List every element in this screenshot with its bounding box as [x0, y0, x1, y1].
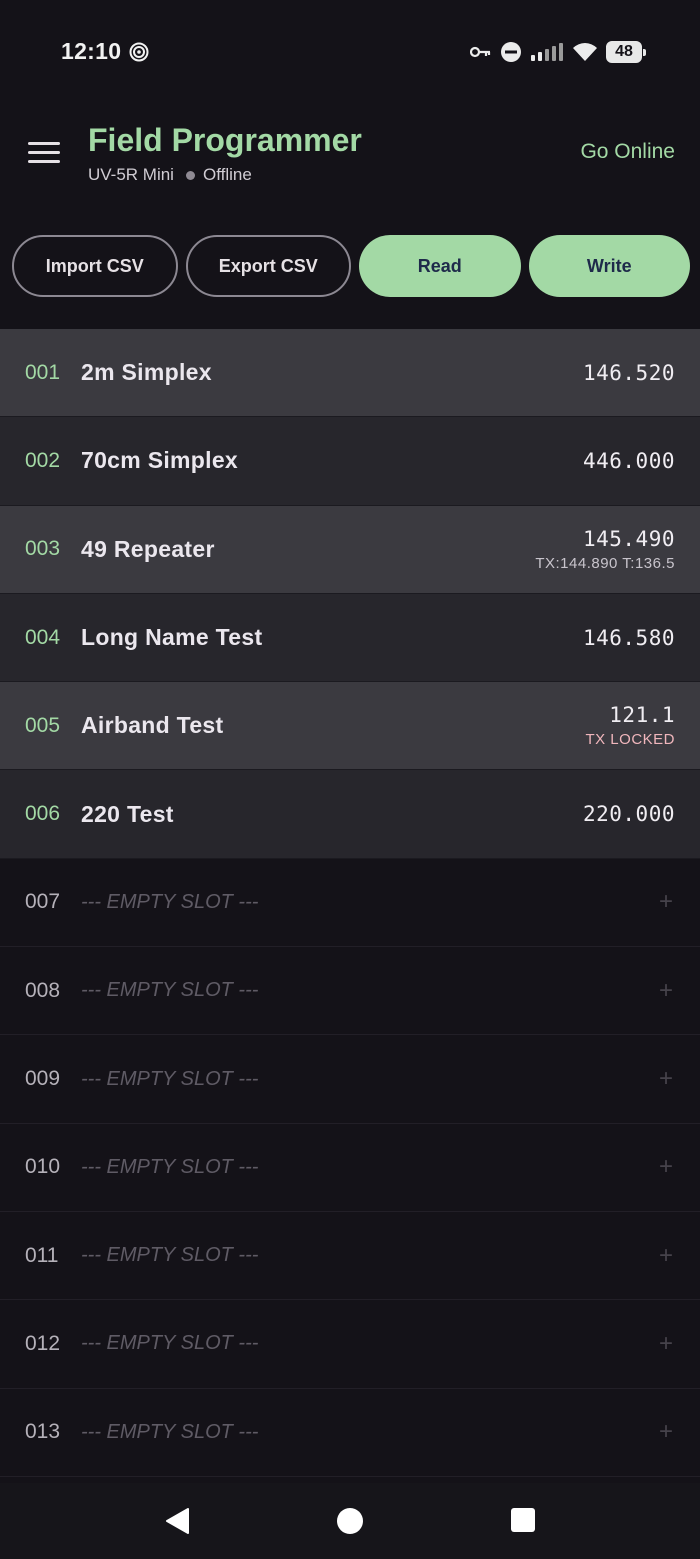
empty-slot-row[interactable]: 011 --- EMPTY SLOT --- +: [0, 1211, 700, 1301]
read-button[interactable]: Read: [359, 235, 521, 297]
channel-name: 70cm Simplex: [81, 447, 239, 474]
go-online-button[interactable]: Go Online: [580, 140, 675, 164]
channel-number: 012: [25, 1331, 61, 1355]
channel-number: 010: [25, 1155, 61, 1179]
channel-freq-block: 121.1 TX LOCKED: [585, 703, 675, 748]
channel-name: Long Name Test: [81, 624, 263, 651]
channel-number: 013: [25, 1420, 61, 1444]
add-channel-icon[interactable]: +: [659, 1330, 673, 1358]
empty-slot-label: --- EMPTY SLOT ---: [81, 1420, 259, 1443]
channel-number: 004: [25, 625, 61, 649]
channel-number: 003: [25, 537, 61, 561]
add-channel-icon[interactable]: +: [659, 977, 673, 1005]
channel-number: 009: [25, 1067, 61, 1091]
channel-number: 006: [25, 802, 61, 826]
channel-number: 001: [25, 360, 61, 384]
empty-slot-label: --- EMPTY SLOT ---: [81, 979, 259, 1002]
channel-freq-block: 146.580: [583, 626, 675, 650]
app-header: Field Programmer UV-5R Mini Offline Go O…: [0, 100, 700, 210]
add-channel-icon[interactable]: +: [659, 888, 673, 916]
channel-number: 008: [25, 978, 61, 1002]
channel-number: 005: [25, 713, 61, 737]
add-channel-icon[interactable]: +: [659, 1418, 673, 1446]
app-title: Field Programmer: [88, 122, 362, 158]
channel-freq-block: 446.000: [583, 449, 675, 473]
channel-name: 220 Test: [81, 800, 174, 827]
channel-row[interactable]: 002 70cm Simplex 446.000: [0, 417, 700, 506]
wifi-icon: [573, 43, 597, 61]
channel-row[interactable]: 006 220 Test 220.000: [0, 770, 700, 859]
channel-freq-block: 220.000: [583, 802, 675, 826]
empty-slot-label: --- EMPTY SLOT ---: [81, 1244, 259, 1267]
app-screen: 12:10 48 Field Programmer UV-5R Mini Off…: [0, 0, 700, 1559]
battery-icon: 48: [606, 41, 646, 63]
channel-name: Airband Test: [81, 712, 224, 739]
menu-icon[interactable]: [28, 142, 60, 166]
empty-slot-label: --- EMPTY SLOT ---: [81, 1067, 259, 1090]
channel-row[interactable]: 003 49 Repeater 145.490 TX:144.890 T:136…: [0, 505, 700, 594]
add-channel-icon[interactable]: +: [659, 1153, 673, 1181]
channel-frequency: 121.1: [609, 703, 675, 728]
empty-slot-row[interactable]: 007 --- EMPTY SLOT --- +: [0, 858, 700, 948]
channel-frequency: 146.520: [582, 360, 675, 385]
channel-number: 002: [25, 448, 61, 472]
channel-frequency: 220.000: [582, 802, 675, 827]
connection-status: Offline: [202, 165, 252, 184]
channel-name: 49 Repeater: [81, 535, 215, 562]
channel-name: 2m Simplex: [81, 359, 212, 386]
channel-frequency: 146.580: [582, 625, 675, 650]
key-icon: [470, 46, 491, 58]
channel-row[interactable]: 005 Airband Test 121.1 TX LOCKED: [0, 682, 700, 771]
channel-number: 007: [25, 890, 61, 914]
channel-row[interactable]: 004 Long Name Test 146.580: [0, 593, 700, 683]
empty-slot-row[interactable]: 013 --- EMPTY SLOT --- +: [0, 1388, 700, 1477]
channel-row[interactable]: 001 2m Simplex 146.520: [0, 329, 700, 418]
status-icons: 48: [470, 40, 646, 64]
channel-frequency: 446.000: [582, 448, 675, 473]
device-name: UV-5R Mini: [88, 165, 174, 184]
empty-slot-row[interactable]: 010 --- EMPTY SLOT --- +: [0, 1123, 700, 1212]
empty-slot-label: --- EMPTY SLOT ---: [81, 1155, 259, 1178]
channel-number: 011: [25, 1243, 59, 1267]
channel-freq-block: 145.490 TX:144.890 T:136.5: [535, 527, 675, 572]
add-channel-icon[interactable]: +: [659, 1242, 673, 1270]
home-icon[interactable]: [336, 1507, 364, 1535]
spiral-icon: [129, 42, 149, 62]
add-channel-icon[interactable]: +: [659, 1065, 673, 1093]
empty-slot-label: --- EMPTY SLOT ---: [81, 890, 259, 913]
status-dot-icon: [185, 170, 195, 180]
recents-icon[interactable]: [510, 1507, 536, 1533]
empty-slot-row[interactable]: 009 --- EMPTY SLOT --- +: [0, 1035, 700, 1124]
write-button[interactable]: Write: [528, 235, 690, 297]
import-csv-button[interactable]: Import CSV: [12, 235, 178, 297]
empty-slot-row[interactable]: 012 --- EMPTY SLOT --- +: [0, 1300, 700, 1389]
device-subtitle: UV-5R Mini Offline: [88, 165, 252, 185]
status-bar: 12:10 48: [0, 0, 700, 100]
channel-tx-detail: TX:144.890 T:136.5: [535, 554, 675, 572]
channel-list: 001 2m Simplex 146.520 002 70cm Simplex …: [0, 329, 700, 1477]
empty-slot-label: --- EMPTY SLOT ---: [81, 1332, 259, 1355]
status-time: 12:10: [61, 38, 122, 64]
tx-locked-badge: TX LOCKED: [585, 731, 675, 749]
back-icon[interactable]: [164, 1507, 190, 1535]
channel-freq-block: 146.520: [583, 361, 675, 385]
action-bar: Import CSV Export CSV Read Write: [12, 235, 690, 297]
channel-frequency: 145.490: [582, 526, 675, 551]
dnd-icon: [501, 42, 521, 62]
system-nav-bar: [0, 1483, 700, 1559]
battery-level: 48: [615, 43, 633, 60]
empty-slot-row[interactable]: 008 --- EMPTY SLOT --- +: [0, 947, 700, 1036]
export-csv-button[interactable]: Export CSV: [185, 235, 351, 297]
signal-icon: [531, 43, 563, 61]
